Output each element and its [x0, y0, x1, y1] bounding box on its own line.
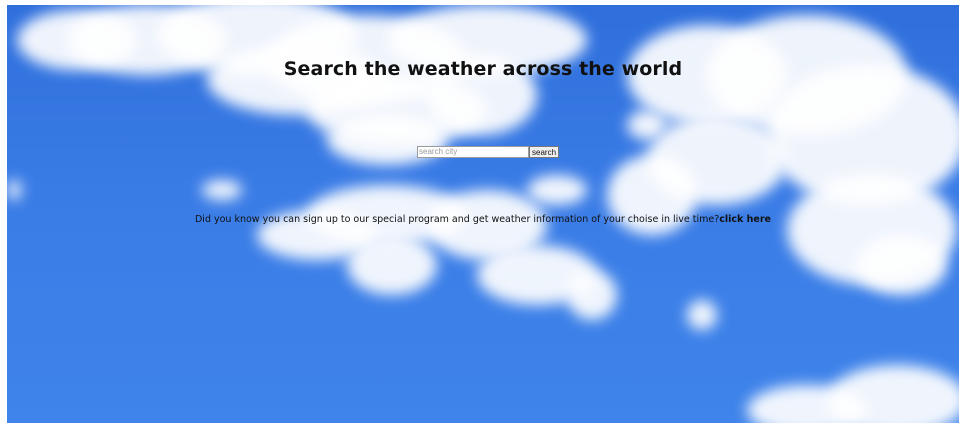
search-button[interactable]: search	[529, 146, 560, 158]
page-title: Search the weather across the world	[283, 58, 683, 80]
search-input[interactable]	[417, 146, 529, 158]
promo-message: Did you know you can sign up to our spec…	[7, 214, 959, 225]
sky-background: Search the weather across the world sear…	[7, 5, 959, 423]
promo-text: Did you know you can sign up to our spec…	[194, 214, 720, 225]
signup-link[interactable]: click here	[719, 214, 771, 225]
search-form: search	[417, 146, 560, 158]
